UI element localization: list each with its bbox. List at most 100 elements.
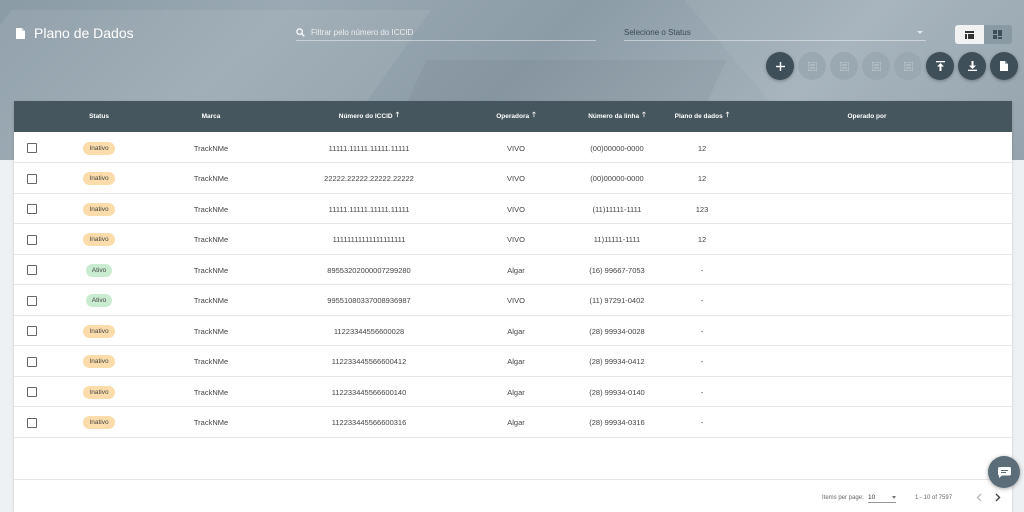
action-button-1[interactable] [798, 52, 826, 80]
row-checkbox[interactable] [27, 417, 37, 428]
action-button-2[interactable] [830, 52, 858, 80]
status-cell: Inativo [74, 194, 124, 224]
marca-cell: TrackNMe [193, 357, 229, 366]
operadora-cell: Algar [507, 265, 525, 275]
search-input[interactable] [311, 28, 591, 37]
column-header-linha[interactable]: Número da linha 🡑 [580, 101, 654, 132]
status-cell: Inativo [74, 408, 124, 438]
status-badge: Inativo [83, 141, 115, 155]
operadora-cell: Algar [507, 387, 525, 397]
iccid-cell: 11111.11111.11111.11111 [328, 204, 410, 214]
table-header: Status Marca Número do ICCID 🡑 Operadora 🡑… [14, 101, 1012, 132]
status-badge: Inativo [83, 355, 115, 368]
row-checkbox[interactable] [27, 387, 37, 397]
iccid-cell: 89553202000007299280 [327, 265, 411, 275]
status-cell: Inativo [74, 377, 124, 407]
linha-cell: (00)00000-0000 [590, 143, 644, 153]
plano-cell: - [700, 357, 704, 366]
operado-por-cell [814, 164, 920, 194]
status-select-label: Selecione o Status [624, 28, 691, 37]
linha-cell: (28) 99934-0140 [589, 387, 645, 397]
list-icon [839, 61, 849, 71]
row-checkbox[interactable] [27, 356, 37, 367]
list-icon [871, 61, 881, 71]
operadora-cell: VIVO [507, 143, 525, 153]
table-row[interactable]: Inativo TrackNMe 22222.22222.22222.22222 VI… [14, 164, 1012, 194]
linha-cell: (16) 99667-7053 [589, 265, 645, 275]
status-badge: Inativo [83, 233, 115, 246]
marca-cell: TrackNMe [193, 326, 229, 336]
table-row[interactable]: Inativo TrackNMe 11111111111111111111 VIVO 1… [14, 225, 1012, 255]
marca-cell: TrackNMe [193, 296, 229, 305]
page-title: Plano de Dados [16, 25, 134, 41]
items-per-page-select[interactable]: 10 [868, 492, 896, 503]
row-checkbox[interactable] [27, 173, 37, 184]
iccid-cell: 112233445566600316 [331, 418, 407, 427]
column-header-operado-por[interactable]: Operado por [814, 101, 920, 132]
view-toggle [955, 25, 1012, 44]
column-header-status[interactable]: Status [74, 101, 124, 132]
row-checkbox[interactable] [27, 295, 37, 306]
plano-cell: 12 [697, 143, 707, 153]
row-checkbox[interactable] [27, 326, 37, 336]
action-button-3[interactable] [862, 52, 890, 80]
table-row[interactable]: Inativo TrackNMe 11111.11111.11111.11111 VI… [14, 194, 1012, 224]
previous-page-button[interactable] [972, 490, 986, 504]
operadora-cell: VIVO [507, 296, 525, 305]
operadora-cell: Algar [507, 357, 525, 366]
linha-cell: (28) 99934-0412 [589, 357, 645, 366]
row-checkbox[interactable] [27, 204, 37, 214]
operado-por-cell [814, 225, 920, 255]
plano-cell: - [700, 387, 704, 397]
table-row[interactable]: Inativo TrackNMe 112233445566600412 Algar (2… [14, 347, 1012, 377]
plus-icon [775, 61, 785, 71]
row-checkbox[interactable] [27, 143, 37, 153]
status-cell: Inativo [74, 347, 124, 377]
column-header-iccid[interactable]: Número do ICCID 🡑 [314, 101, 424, 132]
add-button[interactable] [766, 52, 794, 80]
sort-arrow-icon: 🡑 [395, 112, 400, 119]
plano-cell: - [700, 265, 704, 275]
table-row[interactable]: Ativo TrackNMe 99551080337008936987 VIVO (11… [14, 286, 1012, 316]
operado-por-cell [814, 347, 920, 377]
status-badge: Ativo [85, 263, 113, 277]
action-button-4[interactable] [894, 52, 922, 80]
document-icon [16, 27, 25, 39]
table-row[interactable]: Inativo TrackNMe 11111.11111.11111.11111 VI… [14, 133, 1012, 163]
search-bar[interactable] [296, 25, 596, 41]
sort-arrow-icon: 🡑 [532, 112, 536, 119]
column-header-operadora[interactable]: Operadora 🡑 [484, 101, 548, 132]
export-document-button[interactable] [990, 52, 1018, 80]
iccid-cell: 99551080337008936987 [327, 296, 411, 305]
chat-button[interactable] [988, 456, 1020, 488]
chevron-down-icon [892, 495, 896, 499]
iccid-cell: 22222.22222.22222.22222 [324, 174, 414, 183]
next-page-button[interactable] [991, 490, 1005, 504]
table-row[interactable]: Inativo TrackNMe 112233445566600316 Algar (2… [14, 408, 1012, 438]
table-row[interactable]: Inativo TrackNMe 11223344556600028 Algar (28… [14, 316, 1012, 346]
plano-cell: - [700, 326, 704, 336]
iccid-cell: 11111.11111.11111.11111 [328, 143, 410, 153]
operado-por-cell [814, 316, 920, 346]
list-icon [807, 61, 817, 71]
column-header-marca[interactable]: Marca [186, 101, 236, 132]
grid-view-button[interactable] [983, 25, 1012, 44]
upload-button[interactable] [926, 52, 954, 80]
status-badge: Inativo [83, 324, 115, 338]
table-row[interactable]: Ativo TrackNMe 89553202000007299280 Algar (1… [14, 255, 1012, 285]
column-header-plano[interactable]: Plano de dados 🡑 [670, 101, 734, 132]
paginator: Items per page: 10 1 - 10 of 7597 [14, 479, 1012, 512]
download-button[interactable] [958, 52, 986, 80]
operadora-cell: Algar [507, 418, 525, 427]
status-cell: Inativo [74, 133, 124, 163]
row-checkbox[interactable] [27, 265, 37, 275]
chevron-right-icon [995, 493, 1001, 501]
table-view-button[interactable] [955, 25, 984, 44]
row-checkbox[interactable] [27, 234, 37, 245]
operado-por-cell [814, 377, 920, 407]
iccid-cell: 11223344556600028 [333, 326, 405, 336]
table-row[interactable]: Inativo TrackNMe 112233445566600140 Algar (2… [14, 377, 1012, 407]
plano-cell: - [700, 418, 704, 427]
grid-view-icon [993, 30, 1003, 39]
status-select[interactable]: Selecione o Status [624, 25, 926, 41]
